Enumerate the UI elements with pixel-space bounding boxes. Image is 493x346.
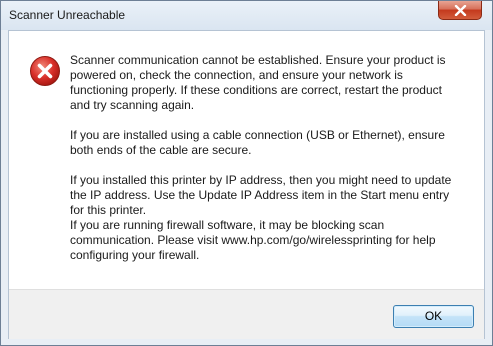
message-line: functioning properly. If these condition…	[70, 83, 442, 97]
error-icon	[30, 56, 60, 86]
message-line: both ends of the cable are secure.	[70, 143, 252, 157]
message-line: If you are installed using a cable conne…	[70, 128, 445, 142]
title-bar[interactable]: Scanner Unreachable	[1, 1, 492, 30]
paragraph-spacer	[70, 158, 470, 173]
button-bar: OK	[9, 289, 484, 339]
message-line: If you installed this printer by IP addr…	[70, 173, 452, 187]
dialog-content: Scanner communication cannot be establis…	[8, 30, 485, 339]
message-line: for this printer.	[70, 203, 147, 217]
message-line: powered on, check the connection, and en…	[70, 68, 403, 82]
paragraph-spacer	[70, 113, 470, 128]
message-line: Scanner communication cannot be establis…	[70, 53, 446, 67]
message-line: communication. Please visit www.hp.com/g…	[70, 233, 436, 247]
error-message: Scanner communication cannot be establis…	[70, 53, 470, 263]
dialog-window: Scanner Unreachable Scanner communicatio…	[0, 0, 493, 346]
ok-button[interactable]: OK	[393, 305, 474, 328]
window-title: Scanner Unreachable	[9, 8, 126, 22]
close-button[interactable]	[438, 1, 482, 20]
message-line: configuring your firewall.	[70, 248, 200, 262]
message-line: and try scanning again.	[70, 98, 195, 112]
close-icon	[454, 5, 467, 16]
message-line: the IP address. Use the Update IP Addres…	[70, 188, 450, 202]
message-line: If you are running firewall software, it…	[70, 218, 385, 232]
